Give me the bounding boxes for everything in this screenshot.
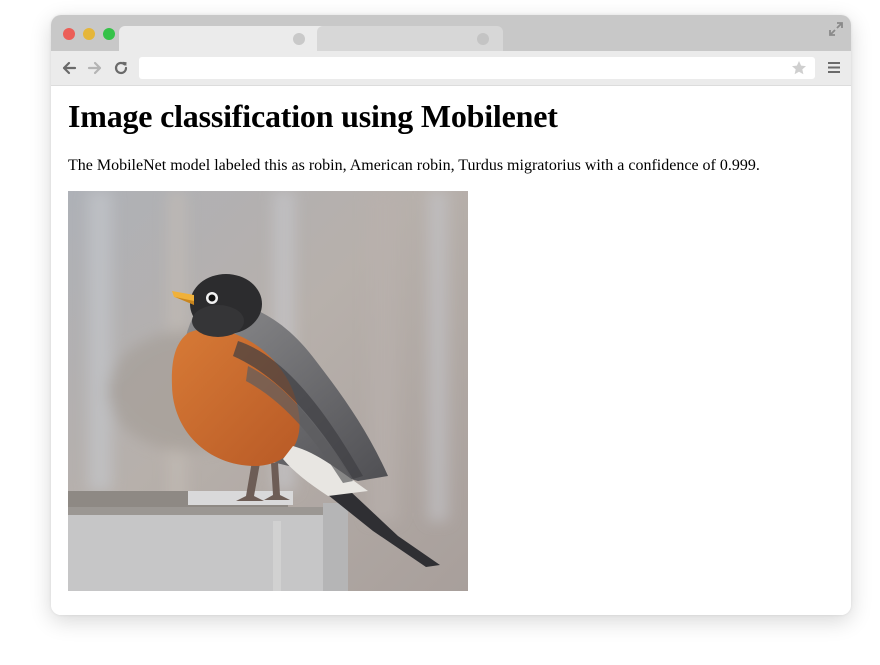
- bookmark-star-icon[interactable]: [791, 60, 807, 76]
- tab-active[interactable]: [119, 26, 327, 51]
- maximize-icon[interactable]: [829, 22, 843, 36]
- tab-close-icon[interactable]: [293, 33, 305, 45]
- browser-toolbar: [51, 51, 851, 86]
- menu-icon[interactable]: [827, 61, 841, 74]
- minimize-window-button[interactable]: [83, 28, 95, 40]
- tab-inactive[interactable]: [317, 26, 503, 51]
- address-bar[interactable]: [139, 57, 815, 79]
- tab-bar: [51, 15, 851, 51]
- classification-result: The MobileNet model labeled this as robi…: [68, 157, 760, 174]
- page-content: Image classification using Mobilenet The…: [51, 86, 851, 615]
- forward-arrow-icon[interactable]: [87, 60, 103, 76]
- browser-window: Image classification using Mobilenet The…: [51, 15, 851, 615]
- back-arrow-icon[interactable]: [61, 60, 77, 76]
- tab-close-icon[interactable]: [477, 33, 489, 45]
- reload-icon[interactable]: [113, 60, 129, 76]
- robin-photo: [68, 191, 468, 591]
- zoom-window-button[interactable]: [103, 28, 115, 40]
- close-window-button[interactable]: [63, 28, 75, 40]
- page-title: Image classification using Mobilenet: [68, 98, 558, 134]
